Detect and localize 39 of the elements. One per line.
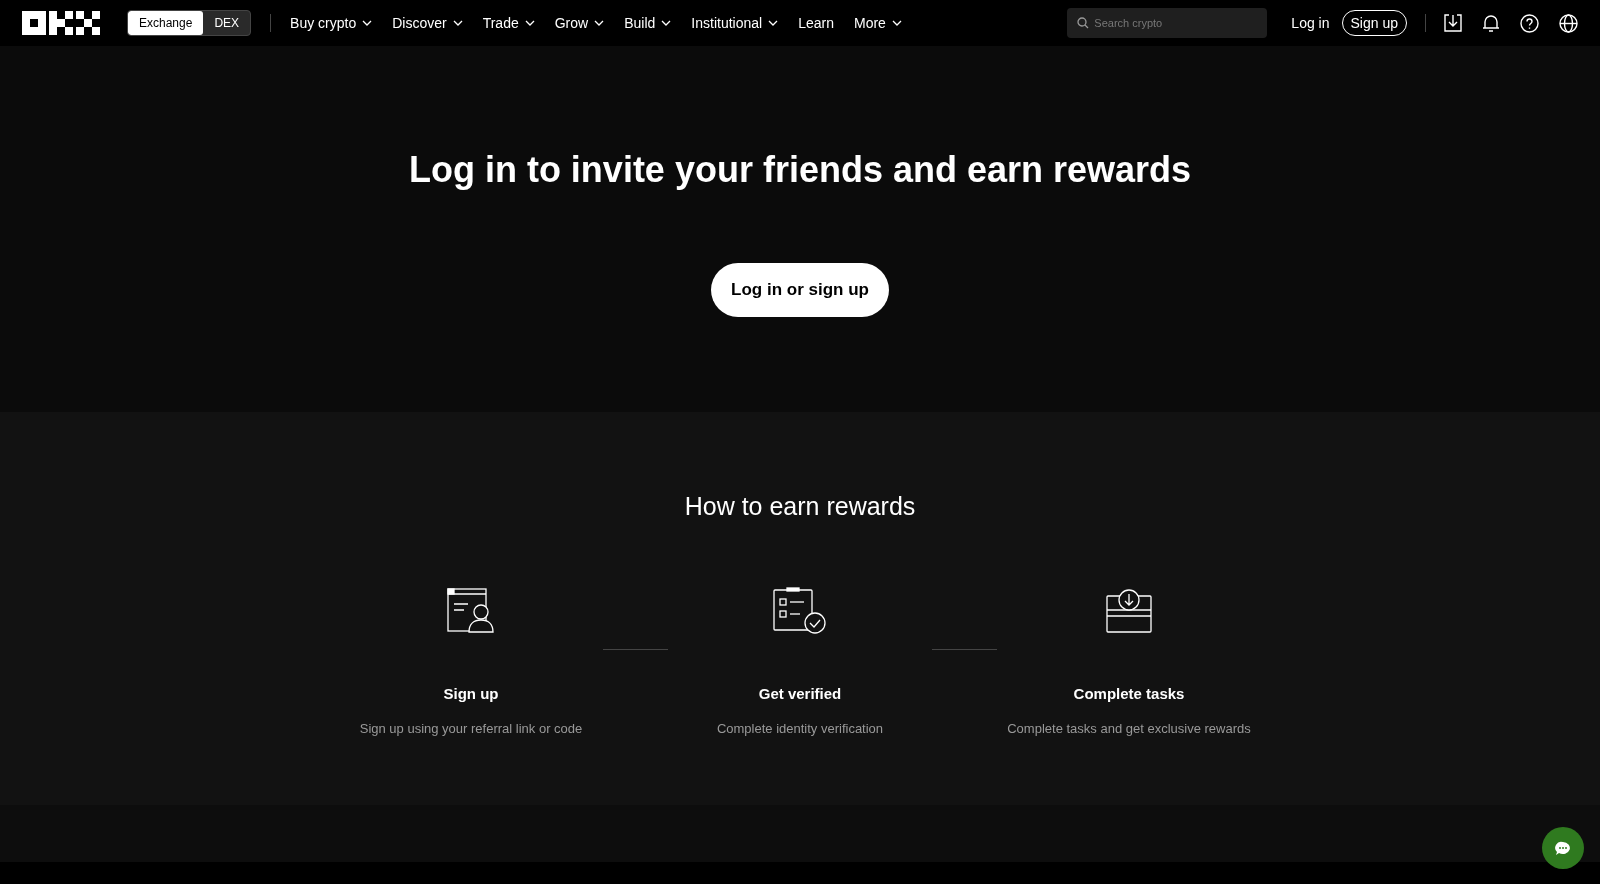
profile-card-icon bbox=[447, 588, 495, 634]
nav-menu-item[interactable]: Grow bbox=[554, 12, 605, 34]
chat-button[interactable] bbox=[1542, 827, 1584, 869]
nav-menu-item[interactable]: More bbox=[853, 12, 902, 34]
chevron-down-icon bbox=[661, 20, 672, 26]
step-title: Complete tasks bbox=[1073, 684, 1185, 704]
nav-menu-item[interactable]: Build bbox=[624, 12, 672, 34]
chevron-down-icon bbox=[524, 20, 535, 26]
nav-menu-item[interactable]: Institutional bbox=[691, 12, 779, 34]
login-signup-button[interactable]: Log in or sign up bbox=[711, 263, 889, 317]
chevron-down-icon bbox=[452, 20, 463, 26]
step-description: Complete identity verification bbox=[716, 719, 884, 738]
mode-tab[interactable]: Exchange bbox=[128, 11, 204, 35]
nav-menu-item[interactable]: Discover bbox=[392, 12, 463, 34]
chevron-down-icon bbox=[362, 20, 373, 26]
logo[interactable] bbox=[22, 11, 100, 35]
step-description: Sign up using your referral link or code bbox=[359, 719, 583, 738]
nav-menu-item[interactable]: Trade bbox=[482, 12, 535, 34]
step-title: Sign up bbox=[443, 684, 499, 704]
globe-icon[interactable] bbox=[1559, 13, 1578, 33]
step-description: Complete tasks and get exclusive rewards bbox=[1007, 719, 1251, 738]
chevron-down-icon bbox=[768, 20, 779, 26]
download-icon[interactable] bbox=[1444, 14, 1462, 32]
nav-menu-item[interactable]: Learn bbox=[798, 12, 834, 34]
search-field[interactable]: Search crypto bbox=[1067, 8, 1268, 38]
step-title: Get verified bbox=[758, 684, 842, 704]
chevron-down-icon bbox=[594, 20, 605, 26]
hero-title: Log in to invite your friends and earn rewards bbox=[408, 148, 1192, 192]
mode-tab[interactable]: DEX bbox=[203, 11, 251, 35]
search-icon bbox=[1077, 17, 1090, 29]
chevron-down-icon bbox=[891, 20, 902, 26]
section-title: How to earn rewards bbox=[684, 491, 916, 522]
chat-bubble-icon bbox=[1555, 840, 1571, 856]
checklist-icon bbox=[773, 587, 827, 635]
bell-icon[interactable] bbox=[1482, 14, 1500, 32]
inbox-download-icon bbox=[1105, 588, 1153, 634]
help-icon[interactable] bbox=[1520, 13, 1539, 33]
nav-menu-item[interactable]: Buy crypto bbox=[290, 12, 373, 34]
login-link[interactable]: Log in bbox=[1291, 12, 1330, 34]
